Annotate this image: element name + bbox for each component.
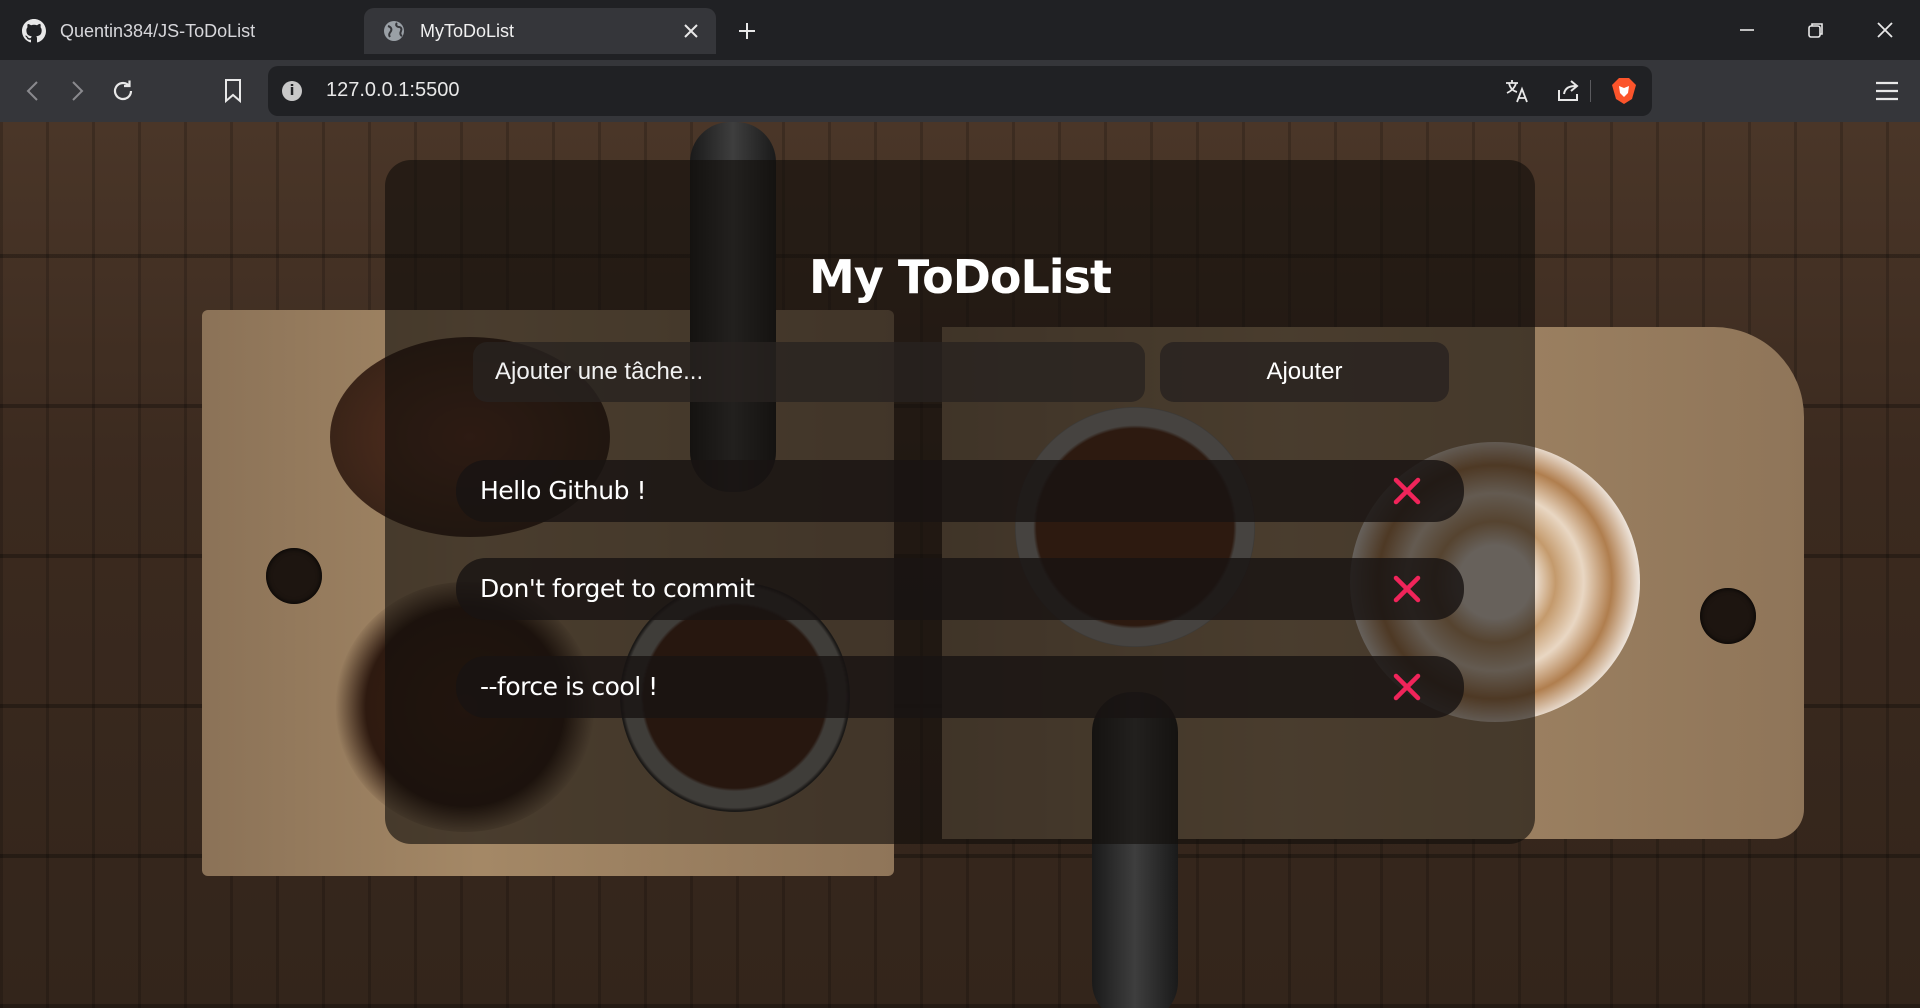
share-icon[interactable] (1554, 77, 1582, 105)
tab-mytodolist[interactable]: MyToDoList (364, 8, 716, 54)
minimize-icon[interactable] (1724, 12, 1770, 48)
menu-icon[interactable] (1870, 74, 1904, 108)
todo-item: --force is cool ! (456, 656, 1464, 718)
tab-github[interactable]: Quentin384/JS-ToDoList (8, 8, 348, 54)
brave-shield-icon[interactable] (1610, 77, 1638, 105)
add-button[interactable]: Ajouter (1160, 342, 1449, 402)
board-hole-decoration (266, 548, 322, 604)
todo-text: Don't forget to commit (480, 574, 755, 603)
github-icon (22, 19, 46, 43)
todo-text: --force is cool ! (480, 672, 658, 701)
reload-icon[interactable] (106, 74, 140, 108)
site-info-icon[interactable]: i (282, 81, 302, 101)
close-icon[interactable] (1390, 572, 1424, 606)
address-bar[interactable]: i 127.0.0.1:5500 (268, 66, 1652, 116)
tab-label: Quentin384/JS-ToDoList (60, 20, 256, 41)
board-hole-decoration (1700, 588, 1756, 644)
todo-item: Don't forget to commit (456, 558, 1464, 620)
tab-bar: Quentin384/JS-ToDoList MyToDoList (0, 0, 1920, 60)
todo-card: My ToDoList Ajouter Hello Github ! Don't… (385, 160, 1535, 844)
bookmark-icon[interactable] (216, 74, 250, 108)
forward-icon[interactable] (60, 74, 94, 108)
close-icon[interactable] (1390, 670, 1424, 704)
restore-icon[interactable] (1793, 12, 1839, 48)
translate-icon[interactable] (1503, 77, 1531, 105)
tab-close-icon[interactable] (680, 20, 702, 42)
globe-icon (382, 19, 406, 43)
tab-label: MyToDoList (420, 20, 515, 41)
back-icon[interactable] (16, 74, 50, 108)
task-input[interactable] (473, 342, 1145, 402)
todo-text: Hello Github ! (480, 476, 646, 505)
page-background: My ToDoList Ajouter Hello Github ! Don't… (0, 122, 1920, 1008)
url-text[interactable]: 127.0.0.1:5500 (326, 79, 459, 102)
page-title: My ToDoList (809, 250, 1112, 304)
close-icon[interactable] (1390, 474, 1424, 508)
close-window-icon[interactable] (1862, 12, 1908, 48)
todo-item: Hello Github ! (456, 460, 1464, 522)
toolbar-separator (1590, 80, 1591, 102)
browser-toolbar: i 127.0.0.1:5500 (0, 60, 1920, 122)
new-tab-icon[interactable] (732, 16, 762, 46)
